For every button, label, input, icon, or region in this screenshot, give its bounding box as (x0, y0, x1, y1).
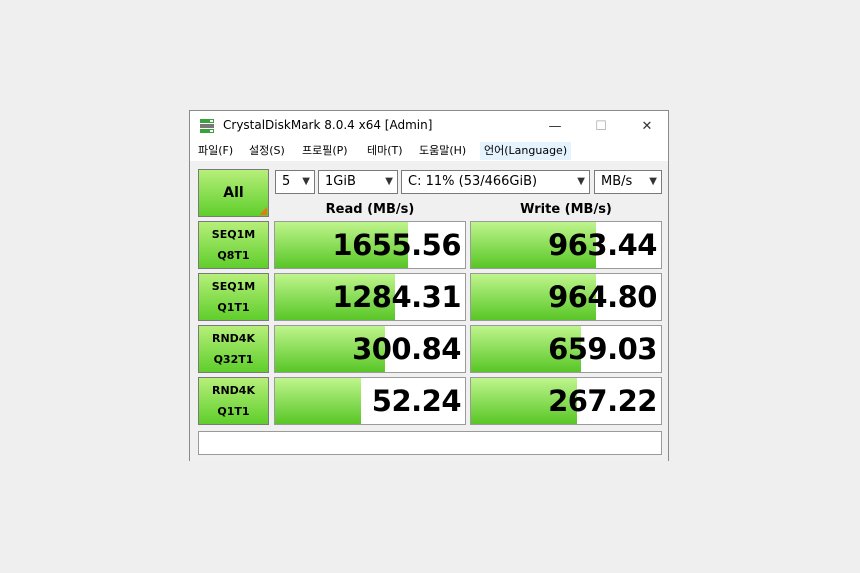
test-name: RND4K (212, 384, 255, 397)
title-bar[interactable]: CrystalDiskMark 8.0.4 x64 [Admin] — ☐ ✕ (190, 111, 668, 141)
write-result: 964.80 (470, 273, 662, 321)
drive-select[interactable]: C: 11% (53/466GiB) ▼ (401, 170, 590, 194)
test-name: SEQ1M (211, 280, 256, 293)
all-button-label: All (223, 185, 244, 201)
test-count-select[interactable]: 5 ▼ (275, 170, 315, 194)
test-button-rnd4k-q1t1[interactable]: RND4K Q1T1 (198, 377, 269, 425)
drive-value: C: 11% (53/466GiB) (408, 174, 538, 189)
write-value: 659.03 (548, 332, 657, 366)
chevron-down-icon: ▼ (649, 176, 657, 187)
unit-value: MB/s (601, 174, 633, 189)
write-value: 267.22 (548, 384, 657, 418)
minimize-button[interactable]: — (532, 111, 578, 141)
maximize-button[interactable]: ☐ (578, 111, 624, 141)
chevron-down-icon: ▼ (577, 176, 585, 187)
write-value: 963.44 (548, 228, 657, 262)
write-result: 659.03 (470, 325, 662, 373)
test-button-seq1m-q1t1[interactable]: SEQ1M Q1T1 (198, 273, 269, 321)
menu-language[interactable]: 언어(Language) (480, 142, 572, 160)
unit-select[interactable]: MB/s ▼ (594, 170, 662, 194)
read-value: 1284.31 (332, 280, 461, 314)
test-name: RND4K (212, 332, 255, 345)
test-count-value: 5 (282, 174, 291, 189)
menu-bar: 파일(F) 설정(S) 프로필(P) 테마(T) 도움말(H) 언어(Langu… (190, 141, 668, 162)
read-value: 1655.56 (332, 228, 461, 262)
read-bar (275, 378, 361, 424)
menu-theme[interactable]: 테마(T) (363, 142, 407, 160)
test-button-rnd4k-q32t1[interactable]: RND4K Q32T1 (198, 325, 269, 373)
test-name: SEQ1M (211, 228, 256, 241)
menu-profile[interactable]: 프로필(P) (298, 142, 352, 160)
window-title: CrystalDiskMark 8.0.4 x64 [Admin] (223, 118, 433, 132)
test-params: Q8T1 (217, 249, 250, 262)
write-header: Write (MB/s) (520, 202, 612, 217)
comment-field[interactable] (198, 431, 662, 455)
write-value: 964.80 (548, 280, 657, 314)
menu-settings[interactable]: 설정(S) (245, 142, 289, 160)
menu-file[interactable]: 파일(F) (194, 142, 237, 160)
app-icon (200, 119, 214, 133)
test-size-value: 1GiB (325, 174, 356, 189)
read-result: 1284.31 (274, 273, 466, 321)
menu-help[interactable]: 도움말(H) (415, 142, 470, 160)
write-result: 963.44 (470, 221, 662, 269)
test-button-seq1m-q8t1[interactable]: SEQ1M Q8T1 (198, 221, 269, 269)
write-result: 267.22 (470, 377, 662, 425)
all-button[interactable]: All (198, 169, 269, 217)
read-result: 300.84 (274, 325, 466, 373)
chevron-down-icon: ▼ (385, 176, 393, 187)
chevron-down-icon: ▼ (302, 176, 310, 187)
read-value: 300.84 (352, 332, 461, 366)
corner-marker-icon (259, 207, 267, 215)
app-window: CrystalDiskMark 8.0.4 x64 [Admin] — ☐ ✕ … (189, 110, 669, 461)
read-result: 52.24 (274, 377, 466, 425)
read-result: 1655.56 (274, 221, 466, 269)
close-button[interactable]: ✕ (624, 111, 670, 141)
test-size-select[interactable]: 1GiB ▼ (318, 170, 398, 194)
main-panel: All 5 ▼ 1GiB ▼ C: 11% (53/466GiB) ▼ MB/s… (190, 162, 668, 461)
test-params: Q1T1 (217, 301, 250, 314)
read-value: 52.24 (371, 384, 462, 418)
read-header: Read (MB/s) (325, 202, 415, 217)
test-params: Q1T1 (217, 405, 250, 418)
test-params: Q32T1 (213, 353, 254, 366)
